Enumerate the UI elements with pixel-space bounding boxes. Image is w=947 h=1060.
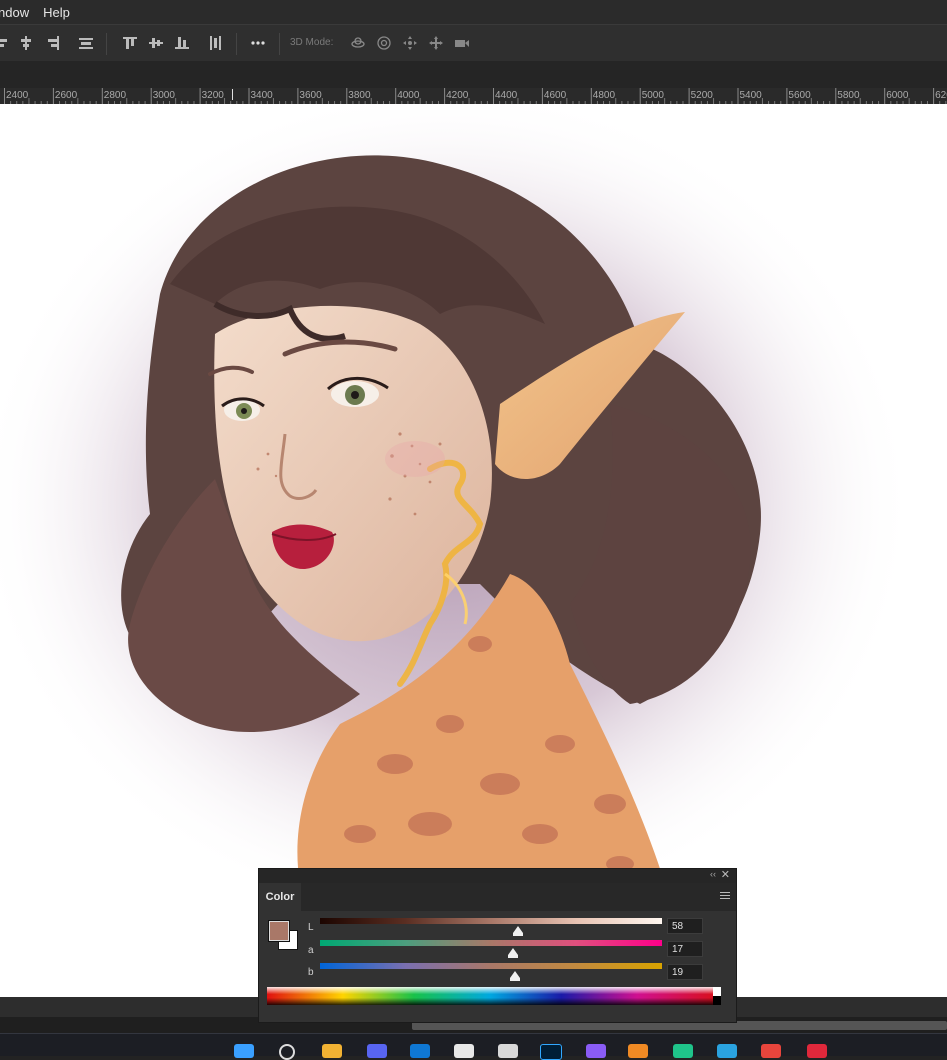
arrow-app-icon[interactable] bbox=[586, 1044, 606, 1058]
channel-b-slider-thumb[interactable] bbox=[509, 971, 520, 981]
photoshop-icon[interactable] bbox=[540, 1044, 562, 1060]
channel-a-label: a bbox=[308, 945, 314, 956]
chrome-icon[interactable] bbox=[761, 1044, 781, 1058]
document-tab-strip bbox=[0, 61, 947, 88]
distribute-icon[interactable] bbox=[78, 35, 94, 51]
blender-icon[interactable] bbox=[628, 1044, 648, 1058]
windows-start-icon[interactable] bbox=[234, 1044, 254, 1058]
portrait-artwork bbox=[0, 104, 915, 924]
align-horizontal-centers-icon[interactable] bbox=[18, 35, 34, 51]
color-spectrum-ramp[interactable] bbox=[267, 987, 721, 1005]
ruler-label: 620 bbox=[935, 90, 947, 101]
ruler-label: 4400 bbox=[495, 90, 518, 101]
camera-3d-icon[interactable] bbox=[454, 35, 470, 51]
align-vertical-centers-icon[interactable] bbox=[148, 35, 164, 51]
ruler-label: 4200 bbox=[446, 90, 469, 101]
ruler-label: 3200 bbox=[201, 90, 224, 101]
horizontal-ruler[interactable]: 2400 2600 2800 3000 3200 3400 3600 3800 4000 4200… bbox=[0, 88, 947, 105]
channel-l-slider-track[interactable] bbox=[320, 918, 662, 924]
ruler-label: 6000 bbox=[886, 90, 909, 101]
ruler-label: 2400 bbox=[6, 90, 29, 101]
tab-color[interactable]: Color bbox=[259, 883, 301, 911]
ruler-label: 5400 bbox=[739, 90, 762, 101]
pan-3d-icon[interactable] bbox=[402, 35, 418, 51]
ruler-label: 5600 bbox=[788, 90, 811, 101]
ruler-label: 3400 bbox=[250, 90, 273, 101]
ruler-label: 4000 bbox=[397, 90, 420, 101]
ruler-label: 4800 bbox=[592, 90, 616, 101]
align-left-edges-icon[interactable] bbox=[0, 35, 12, 51]
channel-a-slider-thumb[interactable] bbox=[507, 948, 518, 958]
discord-icon[interactable] bbox=[367, 1044, 387, 1058]
outlook-icon[interactable] bbox=[410, 1044, 430, 1058]
channel-a-value-input[interactable]: 17 bbox=[667, 941, 703, 957]
ruler-label: 3000 bbox=[152, 90, 175, 101]
ruler-label: 5200 bbox=[690, 90, 713, 101]
channel-b-slider-track[interactable] bbox=[320, 963, 662, 969]
channel-l-slider-thumb[interactable] bbox=[513, 926, 524, 936]
channel-b-value-input[interactable]: 19 bbox=[667, 964, 703, 980]
ruler-label: 3800 bbox=[348, 90, 371, 101]
align-bottom-edges-icon[interactable] bbox=[174, 35, 190, 51]
ruler-label: 3600 bbox=[299, 90, 322, 101]
roll-3d-icon[interactable] bbox=[376, 35, 392, 51]
opera-icon[interactable] bbox=[807, 1044, 827, 1058]
color-panel: ‹‹ ✕ Color L 58 a 17 b 19 bbox=[258, 868, 737, 1023]
document-canvas[interactable] bbox=[0, 104, 947, 997]
collapse-panel-icon[interactable]: ‹‹ bbox=[710, 869, 716, 879]
orbit-3d-icon[interactable] bbox=[350, 35, 366, 51]
ellipsis-icon[interactable] bbox=[250, 35, 266, 51]
app-icon[interactable] bbox=[673, 1044, 693, 1058]
panel-header: ‹‹ ✕ bbox=[259, 869, 736, 883]
windows-taskbar bbox=[0, 1033, 947, 1060]
slide-3d-icon[interactable] bbox=[428, 35, 444, 51]
align-top-edges-icon[interactable] bbox=[122, 35, 138, 51]
file-explorer-icon[interactable] bbox=[322, 1044, 342, 1058]
3d-mode-label: 3D Mode: bbox=[290, 37, 334, 48]
ruler-label: 5800 bbox=[837, 90, 860, 101]
ruler-label: 2800 bbox=[103, 90, 127, 101]
panel-menu-icon[interactable] bbox=[720, 892, 730, 900]
close-panel-icon[interactable]: ✕ bbox=[721, 868, 730, 881]
distribute-vertical-icon[interactable] bbox=[207, 35, 223, 51]
menu-bar: ndow Help bbox=[0, 0, 947, 24]
media-icon[interactable] bbox=[498, 1044, 518, 1058]
options-bar: 3D Mode: bbox=[0, 24, 947, 62]
channel-l-value-input[interactable]: 58 bbox=[667, 918, 703, 934]
threads-icon[interactable] bbox=[454, 1044, 474, 1058]
ruler-label: 2600 bbox=[54, 90, 78, 101]
channel-l-label: L bbox=[308, 922, 314, 933]
telegram-icon[interactable] bbox=[717, 1044, 737, 1058]
ruler-label: 5000 bbox=[641, 90, 664, 101]
channel-a-slider-track[interactable] bbox=[320, 940, 662, 946]
panel-tab-bar: Color bbox=[259, 883, 736, 911]
foreground-color-swatch[interactable] bbox=[269, 921, 289, 941]
menu-help[interactable]: Help bbox=[43, 5, 76, 20]
channel-b-label: b bbox=[308, 967, 314, 978]
align-right-edges-icon[interactable] bbox=[44, 35, 60, 51]
menu-window[interactable]: ndow bbox=[0, 5, 43, 20]
search-icon[interactable] bbox=[279, 1044, 295, 1060]
ruler-label: 4600 bbox=[543, 90, 567, 101]
